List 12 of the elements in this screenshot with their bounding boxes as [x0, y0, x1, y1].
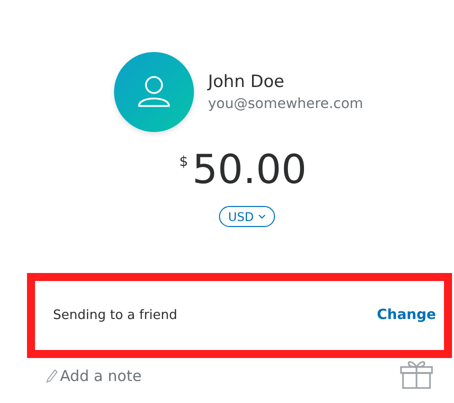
note-field[interactable]: Add a note — [60, 365, 142, 388]
payment-type-label: Sending to a friend — [53, 306, 178, 325]
recipient-name: John Doe — [208, 71, 286, 94]
recipient-email: you@somewhere.com — [208, 95, 364, 114]
gift-icon[interactable] — [400, 359, 433, 389]
currency-dropdown[interactable]: USD — [219, 206, 275, 227]
pencil-icon — [46, 369, 58, 384]
payment-type-row[interactable]: Sending to a friend Change — [27, 273, 452, 358]
amount-value: 50.00 — [192, 146, 307, 194]
caret-icon — [258, 214, 266, 219]
currency-symbol: $ — [179, 153, 188, 172]
change-link[interactable]: Change — [376, 305, 436, 326]
